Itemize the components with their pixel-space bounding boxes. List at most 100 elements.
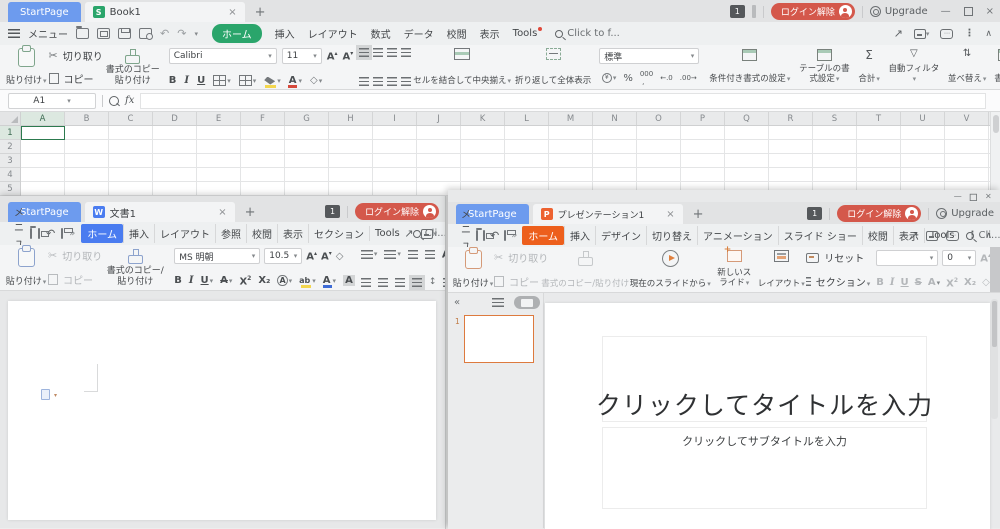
auto-filter-button[interactable]: ▽自動フィルタ bbox=[884, 47, 944, 87]
section-button[interactable]: セクション bbox=[806, 274, 870, 289]
number-format-select[interactable]: 標準▾ bbox=[599, 48, 699, 64]
logout-button[interactable]: ログイン解除 bbox=[771, 3, 855, 20]
column-header-N[interactable]: N bbox=[593, 112, 637, 125]
menu-tab-5[interactable]: 校閲 bbox=[246, 224, 277, 243]
row-header-2[interactable]: 2 bbox=[0, 140, 20, 154]
font-name-select[interactable]: MS 明朝▾ bbox=[174, 248, 260, 264]
slides-vertical-scrollbar[interactable] bbox=[991, 299, 998, 419]
increase-indent-icon[interactable] bbox=[425, 250, 435, 259]
clear-format-icon[interactable]: ◇ bbox=[982, 277, 990, 288]
bold-icon[interactable]: B bbox=[876, 277, 884, 288]
minimize-button[interactable]: — bbox=[953, 193, 961, 201]
menu-tab-1[interactable]: ホーム bbox=[212, 24, 262, 43]
menu-tab-2[interactable]: 挿入 bbox=[564, 226, 595, 245]
save-icon[interactable] bbox=[97, 28, 110, 39]
column-header-J[interactable]: J bbox=[417, 112, 461, 125]
new-tab-button[interactable]: + bbox=[245, 205, 256, 220]
underline-icon[interactable]: U bbox=[201, 275, 209, 286]
paste-options-icon[interactable] bbox=[41, 389, 50, 400]
menu-tab-2[interactable]: 挿入 bbox=[275, 26, 295, 41]
print-icon[interactable] bbox=[61, 228, 63, 239]
open-icon[interactable] bbox=[30, 228, 32, 239]
align-left-icon[interactable] bbox=[361, 278, 371, 287]
close-window-button[interactable]: × bbox=[985, 193, 992, 201]
font-color-icon[interactable]: A bbox=[928, 277, 936, 288]
window-count-badge[interactable]: 1 bbox=[325, 205, 340, 218]
paste-button[interactable]: 貼り付け bbox=[452, 249, 494, 290]
ribbon-scroll-strip[interactable] bbox=[990, 247, 1000, 292]
subscript-icon[interactable]: X₂ bbox=[964, 277, 976, 288]
column-header-S[interactable]: S bbox=[813, 112, 857, 125]
paste-button[interactable]: 貼り付け bbox=[4, 47, 49, 87]
menu-tab-6[interactable]: 表示 bbox=[277, 224, 308, 243]
minimize-button[interactable]: — bbox=[941, 7, 951, 17]
column-header-K[interactable]: K bbox=[461, 112, 505, 125]
upgrade-button[interactable]: Upgrade bbox=[870, 6, 928, 17]
sum-button[interactable]: Σ合計 bbox=[854, 47, 884, 87]
logout-button[interactable]: ログイン解除 bbox=[355, 203, 439, 220]
formula-input[interactable] bbox=[140, 93, 986, 109]
italic-icon[interactable]: I bbox=[184, 75, 189, 86]
column-header-C[interactable]: C bbox=[109, 112, 153, 125]
share-icon[interactable]: ↗ bbox=[404, 227, 413, 240]
save-icon[interactable] bbox=[38, 228, 40, 239]
row-header-5[interactable]: 5 bbox=[0, 182, 20, 196]
column-header-U[interactable]: U bbox=[901, 112, 945, 125]
conditional-format-button[interactable]: 条件付き書式の設定 bbox=[705, 47, 794, 87]
column-header-F[interactable]: F bbox=[241, 112, 285, 125]
column-header-G[interactable]: G bbox=[285, 112, 329, 125]
column-header-R[interactable]: R bbox=[769, 112, 813, 125]
column-header-L[interactable]: L bbox=[505, 112, 549, 125]
underline-icon[interactable]: U bbox=[901, 277, 909, 288]
column-header-T[interactable]: T bbox=[857, 112, 901, 125]
underline-icon[interactable]: U bbox=[197, 75, 205, 86]
menu-tab-6[interactable]: 校閲 bbox=[447, 26, 467, 41]
comment-icon[interactable]: ⋯ bbox=[940, 29, 953, 39]
slides-tab-doc[interactable]: P プレゼンテーション1 × bbox=[533, 204, 683, 224]
selected-cell-a1[interactable] bbox=[21, 126, 65, 140]
cells-area[interactable] bbox=[21, 126, 1000, 196]
switch-window-icon[interactable] bbox=[914, 29, 926, 39]
char-scale-icon[interactable]: A▴ bbox=[442, 248, 446, 260]
column-header-V[interactable]: V bbox=[945, 112, 989, 125]
clear-format-icon[interactable]: ◇ bbox=[336, 251, 344, 262]
bold-icon[interactable]: B bbox=[174, 275, 182, 286]
share-icon[interactable]: ↗ bbox=[909, 229, 918, 242]
subtitle-placeholder-box[interactable]: クリックしてサブタイトルを入力 bbox=[602, 427, 927, 509]
superscript-icon[interactable]: X2 bbox=[239, 275, 251, 287]
percent-icon[interactable]: % bbox=[623, 73, 633, 84]
column-header-P[interactable]: P bbox=[681, 112, 725, 125]
new-tab-button[interactable]: + bbox=[255, 5, 266, 20]
menu-tab-7[interactable]: 校閲 bbox=[862, 226, 893, 245]
cut-button[interactable]: ✂切り取り bbox=[48, 248, 102, 263]
increase-indent-icon[interactable] bbox=[401, 48, 411, 57]
close-window-button[interactable]: × bbox=[986, 7, 994, 17]
bold-icon[interactable]: B bbox=[169, 75, 177, 86]
close-tab-icon[interactable]: × bbox=[658, 209, 674, 220]
logout-button[interactable]: ログイン解除 bbox=[837, 205, 921, 222]
font-name-select[interactable]: Calibri▾ bbox=[169, 48, 277, 64]
more-icon[interactable]: ⋮ bbox=[967, 230, 977, 241]
char-shading-icon[interactable]: A bbox=[343, 275, 355, 286]
reset-button[interactable]: リセット bbox=[806, 250, 870, 265]
menu-tab-4[interactable]: 数式 bbox=[371, 26, 391, 41]
save-icon[interactable] bbox=[483, 230, 485, 241]
align-middle-icon[interactable] bbox=[373, 48, 383, 57]
font-size-select[interactable]: 11▾ bbox=[282, 48, 322, 64]
menu-tab-5[interactable]: データ bbox=[404, 26, 434, 41]
menu-tab-6[interactable]: スライド ショー bbox=[778, 226, 862, 245]
copy-button[interactable]: コピー bbox=[48, 272, 102, 287]
format-painter-button[interactable]: 書式のコピー/貼り付け bbox=[102, 247, 168, 288]
clear-format-icon[interactable]: ◇ bbox=[310, 75, 318, 86]
format-button[interactable]: 書式 bbox=[990, 47, 1000, 87]
menu-label[interactable]: メニュー bbox=[28, 26, 68, 41]
format-painter-button[interactable]: 書式のコピー/貼り付け bbox=[548, 249, 622, 290]
column-header-E[interactable]: E bbox=[197, 112, 241, 125]
copy-button[interactable]: コピー bbox=[49, 71, 103, 86]
print-icon[interactable] bbox=[504, 230, 506, 241]
menu-tab-2[interactable]: 挿入 bbox=[123, 224, 154, 243]
maximize-button[interactable] bbox=[964, 7, 973, 16]
column-header-M[interactable]: M bbox=[549, 112, 593, 125]
collapse-ribbon-icon[interactable]: ∧ bbox=[985, 29, 992, 39]
slide-1-thumbnail[interactable] bbox=[464, 315, 534, 363]
